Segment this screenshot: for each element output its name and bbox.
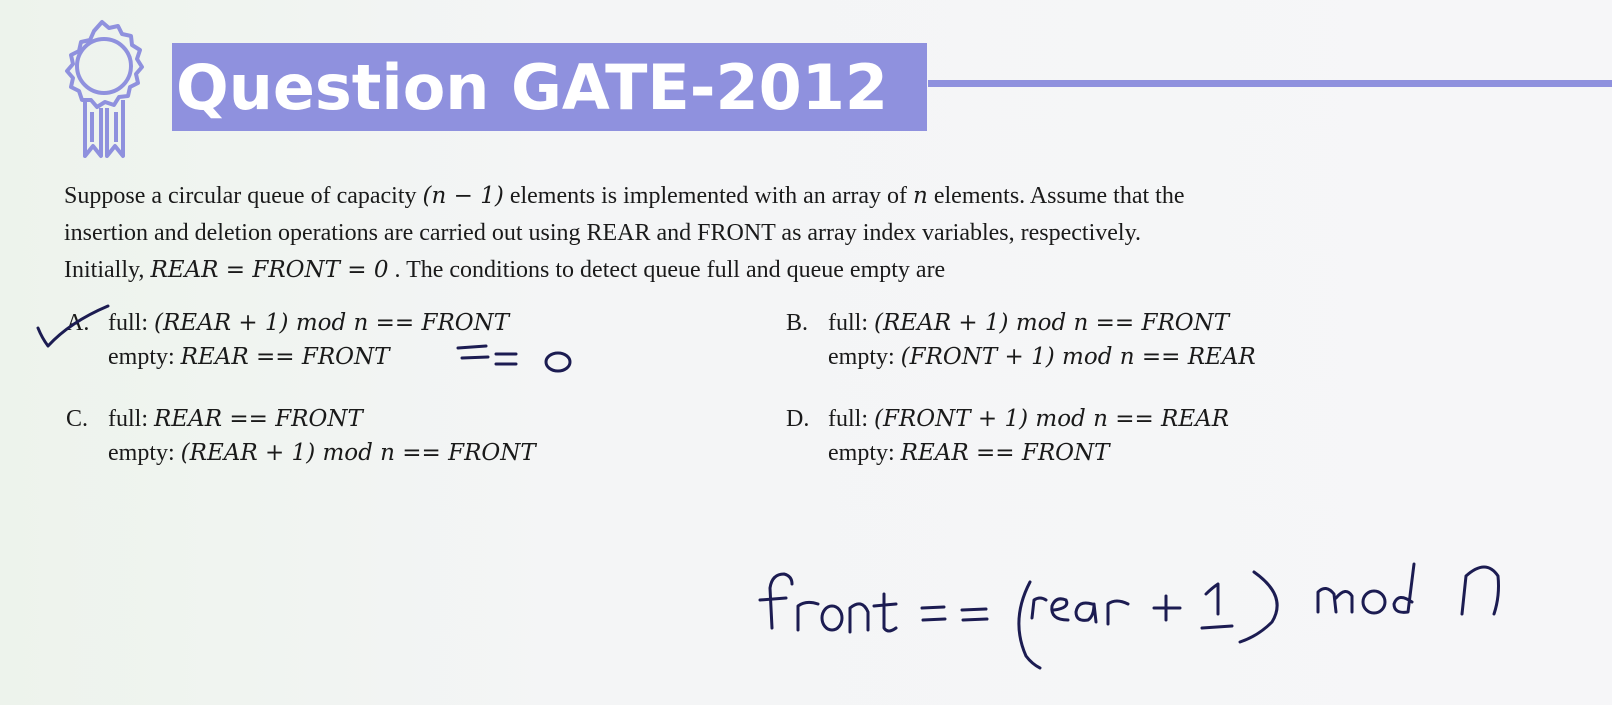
option-c-full: REAR == FRONT [154,406,363,432]
question-line-2: insertion and deletion operations are ca… [64,220,1142,246]
option-b-full: (REAR + 1) mod n == FRONT [874,310,1230,336]
option-a-empty: REAR == FRONT [180,344,390,370]
award-ribbon-icon [65,20,144,158]
option-c-letter: C. [66,406,89,432]
question-line-3: Initially, REAR = FRONT = 0 . The condit… [64,257,946,283]
option-a-full: (REAR + 1) mod n == FRONT [154,310,510,336]
option-a-letter: A. [66,310,90,336]
option-d-letter: D. [786,406,810,432]
option-a-extra-zero [544,351,572,373]
option-b-letter: B. [786,310,809,336]
option-d-full: (FRONT + 1) mod n == REAR [874,406,1230,432]
option-a[interactable]: A. full: (REAR + 1) mod n == FRONT empty:… [66,306,509,374]
option-c[interactable]: C. full: REAR == FRONT empty: (REAR + 1) … [66,402,536,470]
question-line-1: Suppose a circular queue of capacity (n … [64,183,1185,209]
page-title: Question GATE-2012 [176,51,889,124]
option-c-empty: (REAR + 1) mod n == FRONT [180,440,536,466]
title-divider [928,80,1612,87]
question-text: Suppose a circular queue of capacity (n … [64,178,1504,289]
option-b-empty: (FRONT + 1) mod n == REAR [900,344,1256,370]
option-b[interactable]: B. full: (REAR + 1) mod n == FRONT empty:… [786,306,1256,374]
option-d-empty: REAR == FRONT [900,440,1110,466]
option-d[interactable]: D. full: (FRONT + 1) mod n == REAR empty:… [786,402,1229,470]
handwritten-note [758,562,1500,670]
